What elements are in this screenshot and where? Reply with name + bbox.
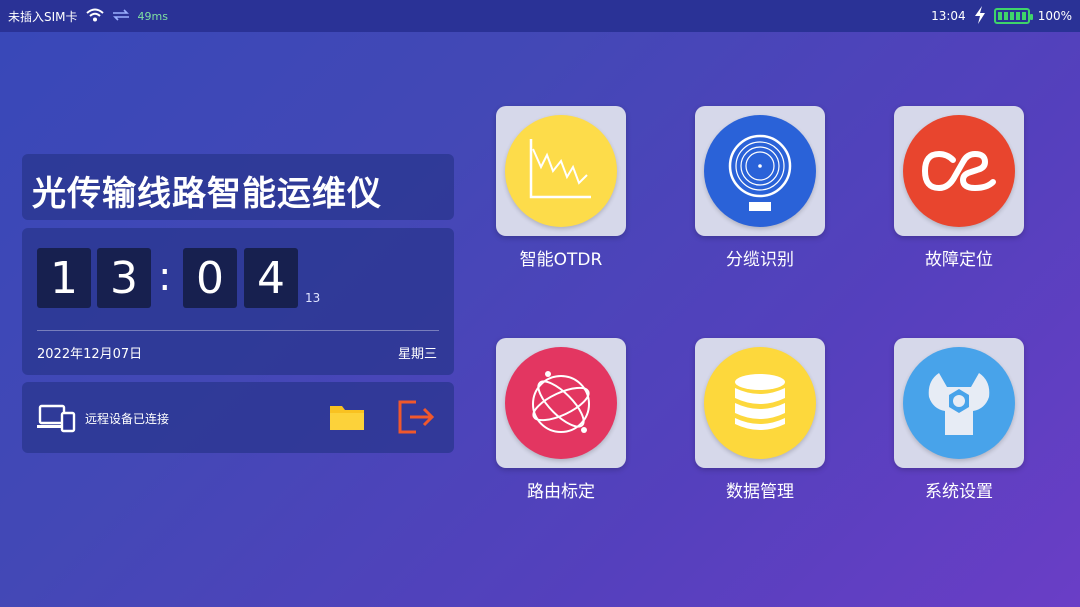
app-label-data-management: 数据管理: [726, 482, 794, 502]
clock-seconds: 13: [305, 291, 321, 305]
page-title: 光传输线路智能运维仪: [32, 174, 382, 214]
date-text: 2022年12月07日: [37, 347, 143, 362]
ping-latency: 49ms: [137, 9, 168, 23]
app-label-otdr: 智能OTDR: [519, 250, 603, 270]
app-tile-fault-locate[interactable]: [894, 106, 1024, 236]
app-label-system-settings: 系统设置: [925, 482, 993, 502]
app-label-fault-locate: 故障定位: [925, 250, 993, 270]
weekday-text: 星期三: [397, 347, 437, 362]
app-tile-route-calibrate[interactable]: [496, 338, 626, 468]
connection-card: 远程设备已连接: [22, 382, 454, 453]
devices-icon: [36, 403, 76, 437]
transfer-icon: [112, 8, 130, 24]
app-tile-cable-id[interactable]: [695, 106, 825, 236]
wrench-icon: [903, 347, 1015, 459]
app-tile-otdr[interactable]: [496, 106, 626, 236]
clock-hour-tens: 1: [37, 248, 91, 308]
status-time: 13:04: [931, 9, 966, 23]
clock-divider: [37, 330, 439, 331]
title-card: 光传输线路智能运维仪: [22, 154, 454, 220]
battery-icon: [993, 8, 1033, 24]
sim-status: 未插入SIM卡: [8, 9, 78, 24]
disc-icon: [704, 115, 816, 227]
connection-status: 远程设备已连接: [85, 412, 170, 426]
folder-icon[interactable]: [328, 402, 366, 436]
clock-minute-ones: 4: [244, 248, 298, 308]
lastfm-icon: [903, 115, 1015, 227]
database-icon: [704, 347, 816, 459]
app-label-route-calibrate: 路由标定: [527, 482, 595, 502]
app-tile-data-management[interactable]: [695, 338, 825, 468]
clock-minute-tens: 0: [183, 248, 237, 308]
status-bar: 未插入SIM卡 49ms 13:04 100%: [0, 0, 1080, 32]
clock-colon: :: [158, 254, 172, 300]
exit-icon[interactable]: [396, 398, 436, 440]
chart-icon: [505, 115, 617, 227]
charging-icon: [974, 5, 986, 27]
battery-percent: 100%: [1037, 9, 1072, 23]
clock-hour-ones: 3: [97, 248, 151, 308]
wifi-icon: [85, 8, 104, 25]
clock-card: 1 3 : 0 4 13 2022年12月07日 星期三: [22, 228, 454, 375]
app-label-cable-id: 分缆识别: [726, 250, 794, 270]
app-tile-system-settings[interactable]: [894, 338, 1024, 468]
atom-icon: [505, 347, 617, 459]
